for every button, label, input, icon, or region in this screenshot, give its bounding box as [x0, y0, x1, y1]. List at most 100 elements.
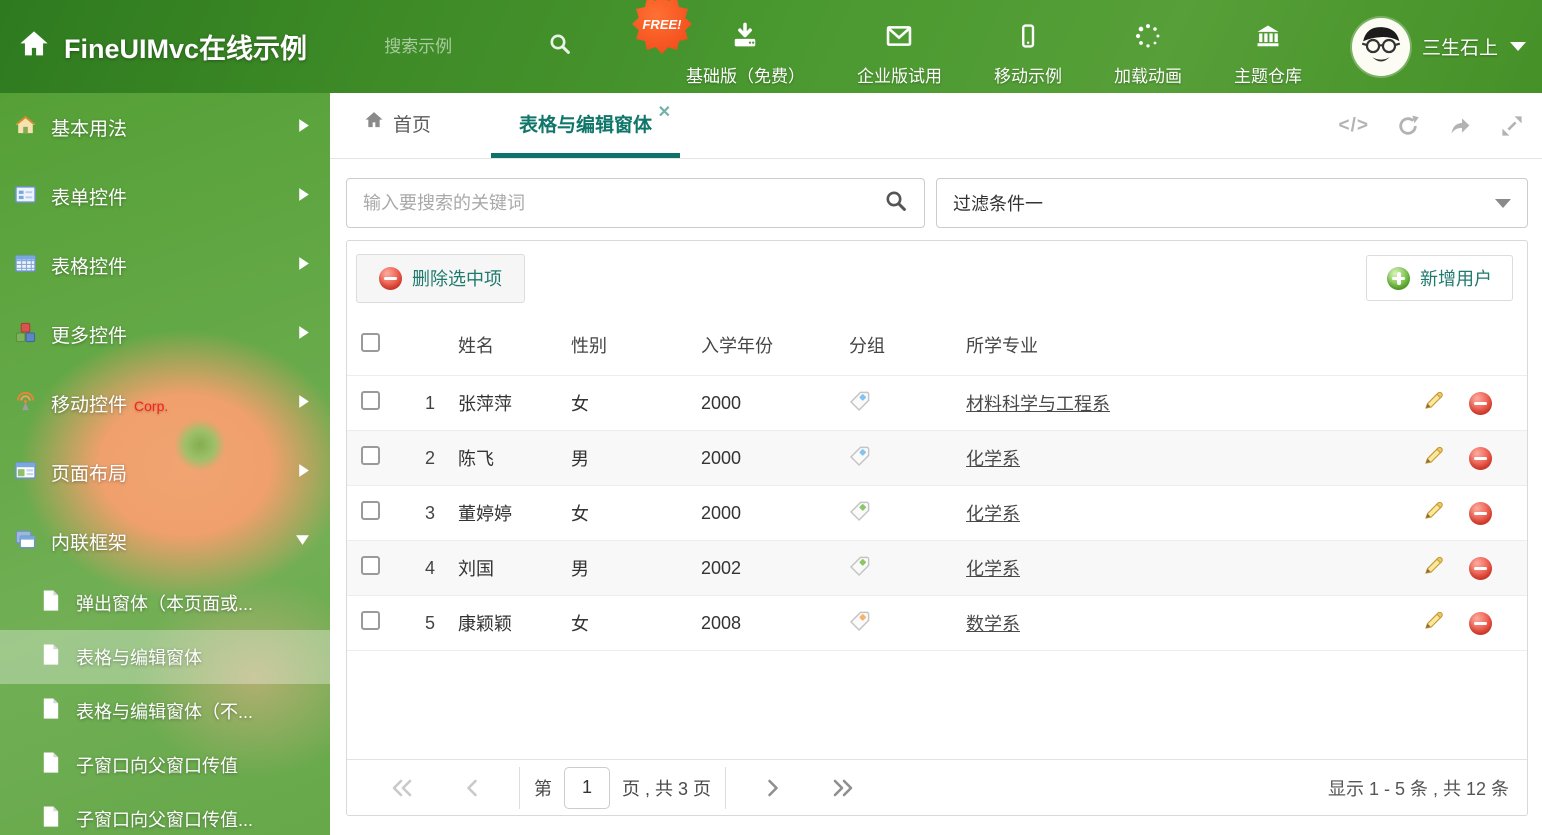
sidebar-subitem-popup-window[interactable]: 弹出窗体（本页面或...: [0, 576, 330, 630]
select-all-checkbox[interactable]: [361, 333, 380, 352]
column-header-gender[interactable]: 性别: [567, 332, 692, 358]
close-icon[interactable]: ✕: [658, 102, 671, 122]
sidebar-subitem-label: 表格与编辑窗体: [76, 648, 202, 668]
major-link[interactable]: 材料科学与工程系: [966, 394, 1110, 414]
delete-row-icon[interactable]: [1469, 611, 1492, 635]
page-number-input[interactable]: [564, 766, 610, 809]
prev-page-button[interactable]: [439, 779, 505, 797]
cell-group: [842, 500, 962, 527]
header-nav: FREE! 基础版（免费） 企业版试用 移动示例 加载动画 主题仓库: [631, 0, 1328, 87]
nav-mobile-demo[interactable]: 移动示例: [968, 6, 1088, 87]
cell-gender: 男: [571, 449, 589, 469]
tag-icon[interactable]: [849, 610, 871, 637]
delete-row-icon[interactable]: [1469, 391, 1492, 415]
row-checkbox[interactable]: [361, 611, 380, 630]
user-menu[interactable]: 三生石上: [1351, 17, 1542, 76]
sidebar-item-mobile-controls[interactable]: 移动控件 Corp.: [0, 369, 330, 438]
chevron-right-icon: [297, 463, 310, 483]
next-page-button[interactable]: [740, 779, 806, 797]
username: 三生石上: [1421, 38, 1498, 59]
sidebar-item-form-controls[interactable]: 表单控件: [0, 162, 330, 231]
sidebar-item-more-controls[interactable]: 更多控件: [0, 300, 330, 369]
delete-row-icon[interactable]: [1469, 501, 1492, 525]
sidebar-item-grid-controls[interactable]: 表格控件: [0, 231, 330, 300]
record-count-info: 显示 1 - 5 条 , 共 12 条: [1327, 778, 1509, 799]
edit-pencil-icon[interactable]: [1422, 499, 1445, 527]
tab-home[interactable]: 首页: [360, 93, 435, 158]
sidebar-item-label: 表格控件: [51, 257, 128, 278]
tag-icon[interactable]: [849, 445, 871, 472]
layout-icon: [14, 459, 37, 487]
share-forward-icon[interactable]: [1447, 114, 1473, 138]
nav-label: 移动示例: [993, 67, 1062, 86]
grid-toolbar: 删除选中项 新增用户: [347, 241, 1527, 315]
tab-label: 首页: [393, 114, 432, 136]
header-search-input[interactable]: [384, 36, 535, 57]
delete-row-icon[interactable]: [1469, 556, 1492, 580]
edit-pencil-icon[interactable]: [1422, 609, 1445, 637]
nav-theme-repository[interactable]: 主题仓库: [1208, 6, 1328, 87]
edit-pencil-icon[interactable]: [1422, 444, 1445, 472]
cell-year: 2002: [701, 557, 742, 578]
search-icon[interactable]: [548, 32, 572, 61]
tab-bar: 首页 表格与编辑窗体 ✕ </>: [330, 93, 1542, 159]
sidebar-subitem-label: 弹出窗体（本页面或...: [76, 594, 254, 614]
app-title: FineUIMvc在线示例: [64, 34, 308, 64]
sidebar-item-label: 页面布局: [51, 464, 128, 485]
page-suffix-label: 页 , 共 3 页: [622, 778, 712, 799]
cell-name: 刘国: [458, 559, 494, 579]
chevron-down-icon: [1510, 42, 1526, 51]
envelope-icon: [884, 22, 914, 55]
table-header-row: 姓名 性别 入学年份 分组 所学专业: [347, 315, 1527, 376]
add-user-button[interactable]: 新增用户: [1366, 255, 1513, 301]
nav-label: 基础版（免费）: [685, 67, 805, 86]
grid-empty-space: [347, 651, 1527, 759]
column-header-year[interactable]: 入学年份: [692, 332, 842, 358]
table-row: 1 张萍萍 女 2000 材料科学与工程系: [347, 376, 1527, 431]
keyword-search-input[interactable]: [363, 192, 884, 214]
expand-icon[interactable]: [1500, 114, 1524, 138]
form-icon: [14, 183, 37, 211]
tag-icon[interactable]: [849, 555, 871, 582]
frames-icon: [14, 528, 37, 556]
row-checkbox[interactable]: [361, 501, 380, 520]
nav-enterprise-trial[interactable]: 企业版试用: [831, 6, 968, 87]
sidebar-subitem-grid-edit-window[interactable]: 表格与编辑窗体: [0, 630, 330, 684]
edit-pencil-icon[interactable]: [1422, 389, 1445, 417]
brand[interactable]: FineUIMvc在线示例: [0, 27, 374, 66]
last-page-button[interactable]: [806, 779, 880, 797]
major-link[interactable]: 化学系: [966, 559, 1020, 579]
filter-dropdown[interactable]: 过滤条件一: [936, 178, 1528, 228]
sidebar-subitem-child-to-parent[interactable]: 子窗口向父窗口传值: [0, 738, 330, 792]
row-checkbox[interactable]: [361, 446, 380, 465]
nav-loading-animations[interactable]: 加载动画: [1088, 6, 1208, 87]
edit-pencil-icon[interactable]: [1422, 554, 1445, 582]
nav-basic-download[interactable]: FREE! 基础版（免费）: [631, 0, 831, 87]
chevron-right-icon: [297, 256, 310, 276]
sidebar-subitem-grid-edit-window-2[interactable]: 表格与编辑窗体（不...: [0, 684, 330, 738]
sidebar-item-basic-usage[interactable]: 基本用法: [0, 93, 330, 162]
source-code-icon[interactable]: </>: [1339, 115, 1369, 137]
row-index: 5: [424, 612, 435, 633]
sidebar-item-page-layout[interactable]: 页面布局: [0, 438, 330, 507]
sidebar-subitem-child-to-parent-2[interactable]: 子窗口向父窗口传值...: [0, 792, 330, 835]
refresh-icon[interactable]: [1396, 114, 1420, 138]
column-header-group[interactable]: 分组: [842, 332, 962, 358]
row-checkbox[interactable]: [361, 556, 380, 575]
major-link[interactable]: 化学系: [966, 449, 1020, 469]
sidebar-item-label: 基本用法: [51, 119, 128, 140]
first-page-button[interactable]: [365, 779, 439, 797]
tag-icon[interactable]: [849, 500, 871, 527]
column-header-name[interactable]: 姓名: [449, 332, 567, 358]
table-row: 4 刘国 男 2002 化学系: [347, 541, 1527, 596]
major-link[interactable]: 数学系: [966, 614, 1020, 634]
search-icon[interactable]: [884, 189, 908, 218]
column-header-major[interactable]: 所学专业: [962, 332, 1409, 358]
delete-selected-button[interactable]: 删除选中项: [356, 253, 525, 303]
delete-row-icon[interactable]: [1469, 446, 1492, 470]
tag-icon[interactable]: [849, 390, 871, 417]
row-checkbox[interactable]: [361, 391, 380, 410]
tab-grid-edit-window[interactable]: 表格与编辑窗体 ✕: [491, 93, 681, 158]
sidebar-item-inline-frame[interactable]: 内联框架: [0, 507, 330, 576]
major-link[interactable]: 化学系: [966, 504, 1020, 524]
